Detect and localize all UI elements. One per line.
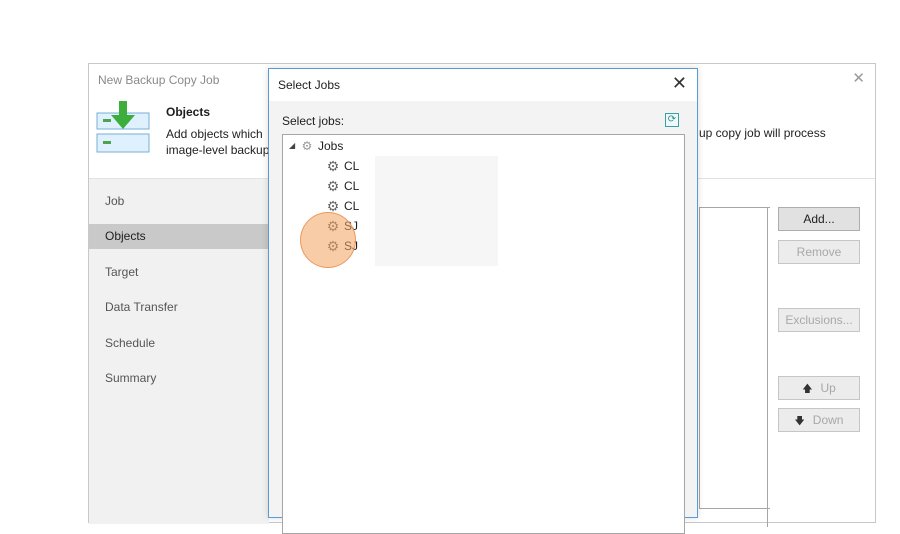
remove-button[interactable]: Remove <box>778 240 860 264</box>
select-jobs-label: Select jobs: <box>282 114 345 128</box>
down-button-label: Down <box>812 413 844 427</box>
jobs-tree[interactable]: ◢⚙Jobs ⚙CL ⚙CL ⚙CL ⚙SJ ⚙SJ <box>282 134 685 534</box>
tree-node-jobs[interactable]: ◢ ⚙ Jobs <box>289 135 343 155</box>
gear-icon: ⚙ <box>326 177 340 194</box>
arrow-down-icon: 🡇 <box>794 416 805 427</box>
header-desc-line1-tail: up copy job will process <box>699 126 826 140</box>
redacted-job-names <box>375 156 498 266</box>
nav-step-target[interactable]: Target <box>89 260 269 285</box>
tree-node-job[interactable]: ⚙ CL <box>325 175 360 195</box>
dialog-close-icon[interactable]: ✕ <box>672 73 687 94</box>
dialog-titlebar: Select Jobs ✕ <box>269 69 697 101</box>
add-button[interactable]: Add... <box>778 207 860 231</box>
jobs-folder-gear-icon: ⚙ <box>301 138 313 153</box>
select-jobs-dialog: Select Jobs ✕ Select jobs: ⟳ ◢ ⚙ Jobs ⚙ CL … <box>268 68 698 534</box>
click-indicator <box>300 212 356 268</box>
header-title: Objects <box>166 105 211 119</box>
nav-step-summary[interactable]: Summary <box>89 366 269 391</box>
objects-header-icon <box>96 101 150 153</box>
nav-step-data-transfer[interactable]: Data Transfer <box>89 295 269 320</box>
tree-node-label: CL <box>344 198 360 213</box>
tree-node-label: CL <box>344 158 360 173</box>
nav-step-job[interactable]: Job <box>89 189 269 214</box>
up-button-label: Up <box>820 381 836 395</box>
up-button[interactable]: 🡅 Up <box>778 376 860 400</box>
objects-list-border <box>767 207 768 527</box>
wizard-title: New Backup Copy Job <box>98 73 220 87</box>
nav-step-objects[interactable]: Objects <box>89 224 269 249</box>
objects-list[interactable] <box>699 207 770 509</box>
tree-node-label: CL <box>344 178 360 193</box>
exclusions-button[interactable]: Exclusions... <box>778 308 860 332</box>
refresh-icon[interactable]: ⟳ <box>665 113 679 127</box>
wizard-steps-nav: Job Objects Target Data Transfer Schedul… <box>89 179 269 524</box>
nav-step-schedule[interactable]: Schedule <box>89 331 269 356</box>
dialog-title: Select Jobs <box>278 78 341 92</box>
down-button[interactable]: 🡇 Down <box>778 408 860 432</box>
tree-expand-icon[interactable]: ◢ <box>289 136 299 156</box>
gear-icon: ⚙ <box>326 157 340 174</box>
arrow-up-icon: 🡅 <box>802 384 813 395</box>
tree-node-label: Jobs <box>318 138 344 153</box>
tree-node-job[interactable]: ⚙ CL <box>325 155 360 175</box>
wizard-close-icon[interactable]: ✕ <box>852 69 865 87</box>
